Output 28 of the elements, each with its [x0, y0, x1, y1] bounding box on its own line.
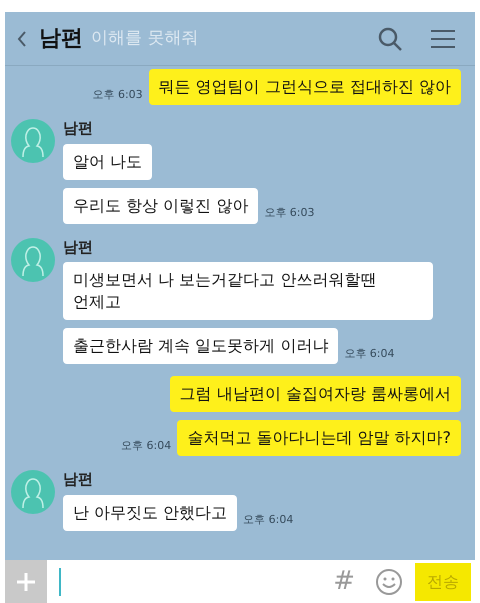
message-time: 오후 6:04	[243, 512, 294, 528]
send-button[interactable]: 전송	[415, 562, 471, 600]
message-time: 오후 6:03	[264, 205, 314, 221]
search-icon[interactable]	[377, 26, 403, 52]
message-time: 오후 6:04	[121, 438, 172, 454]
message-bubble: 미생보면서 나 보는거같다고 안쓰러워할땐 언제고	[63, 262, 433, 320]
avatar-icon	[11, 238, 55, 282]
message-bubble: 우리도 항상 이렇진 않아	[63, 188, 258, 224]
emoji-icon[interactable]	[375, 568, 403, 596]
message-bubble: 알어 나도	[63, 144, 152, 180]
message-bubble: 난 아무짓도 안했다고	[63, 494, 238, 530]
message-bubble: 출근한사람 계속 일도못하게 이러냐	[63, 328, 338, 364]
chat-title: 남편	[39, 25, 83, 53]
sender-name: 남편	[63, 236, 93, 258]
sender-name: 남편	[63, 469, 93, 490]
menu-icon[interactable]	[431, 28, 455, 48]
overlay-text: 이해를 못해줘	[91, 26, 198, 50]
back-icon[interactable]	[17, 30, 27, 48]
message-bubble: 뭐든 영업팀이 그런식으로 접대하진 않아	[148, 69, 461, 105]
message-time: 오후 6:04	[344, 346, 394, 362]
hashtag-button[interactable]: #	[333, 562, 355, 601]
plus-icon	[16, 572, 36, 592]
avatar-icon	[11, 470, 55, 514]
sender-name: 남편	[63, 118, 93, 139]
message-bubble: 그럼 내남편이 술집여자랑 룸싸롱에서	[170, 376, 461, 412]
message-bubble: 술처먹고 돌아다니는데 암말 하지마?	[177, 420, 461, 456]
avatar-icon	[11, 119, 55, 163]
message-time: 오후 6:03	[92, 86, 143, 102]
